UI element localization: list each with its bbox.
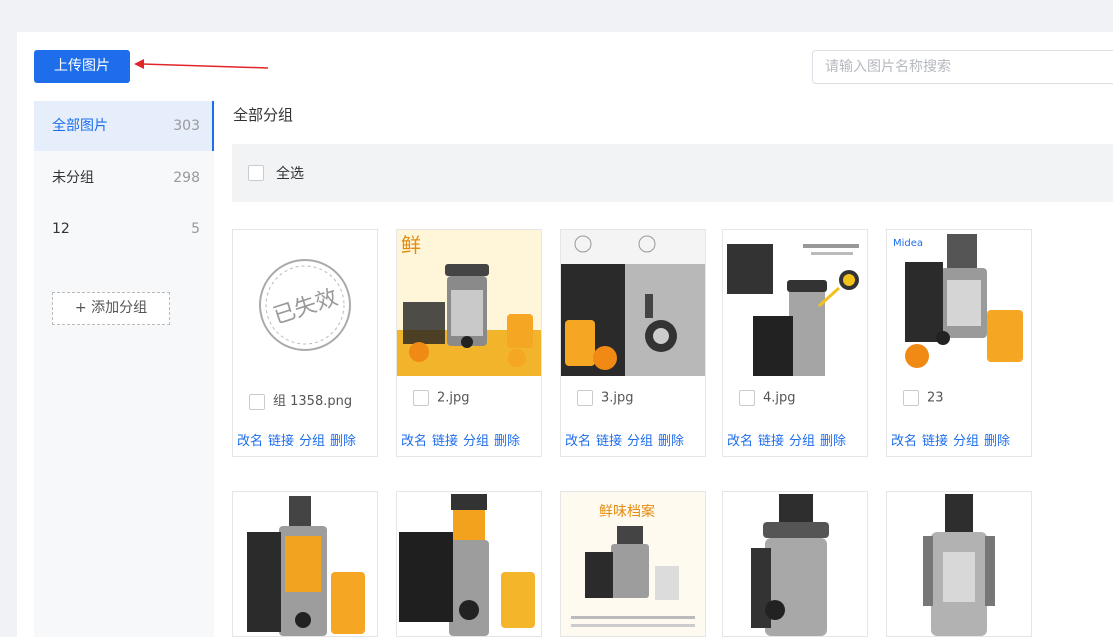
group-label: 未分组: [52, 170, 94, 186]
copy-link-link[interactable]: 链接: [268, 434, 294, 449]
image-thumbnail[interactable]: [397, 492, 541, 637]
group-item-all[interactable]: 全部图片 303: [34, 101, 214, 151]
copy-link-link[interactable]: 链接: [758, 434, 784, 449]
rename-link[interactable]: 改名: [891, 434, 917, 449]
move-group-link[interactable]: 分组: [627, 434, 653, 449]
delete-link[interactable]: 删除: [494, 434, 520, 449]
image-card[interactable]: 鲜味档案: [560, 491, 706, 637]
image-card[interactable]: 4.jpg 改名 链接 分组 删除: [722, 229, 868, 457]
move-group-link[interactable]: 分组: [789, 434, 815, 449]
group-label: 全部图片: [52, 118, 108, 134]
image-name-row: 3.jpg: [577, 390, 634, 406]
copy-link-link[interactable]: 链接: [596, 434, 622, 449]
copy-link-link[interactable]: 链接: [922, 434, 948, 449]
expired-stamp-text: 已失效: [271, 285, 342, 329]
image-actions: 改名 链接 分组 删除: [891, 430, 1015, 449]
image-thumbnail[interactable]: 鲜: [397, 230, 541, 376]
image-actions: 改名 链接 分组 删除: [727, 430, 851, 449]
image-card[interactable]: [722, 491, 868, 637]
breadcrumb: 全部分组: [233, 106, 294, 124]
image-thumbnail[interactable]: Midea: [887, 230, 1031, 376]
image-name: 组 1358.png: [273, 394, 353, 409]
image-thumbnail[interactable]: 鲜味档案: [561, 492, 705, 637]
image-checkbox[interactable]: [739, 390, 755, 406]
delete-link[interactable]: 删除: [984, 434, 1010, 449]
image-card[interactable]: [232, 491, 378, 637]
group-item-12[interactable]: 12 5: [34, 204, 214, 254]
rename-link[interactable]: 改名: [237, 434, 263, 449]
image-name: 3.jpg: [601, 390, 634, 406]
move-group-link[interactable]: 分组: [299, 434, 325, 449]
image-thumbnail[interactable]: [233, 492, 377, 637]
group-count: 303: [173, 118, 200, 134]
image-card[interactable]: 已失效 组 1358.png 改名 链接 分组 删除: [232, 229, 378, 457]
image-thumbnail[interactable]: 已失效: [233, 230, 377, 376]
image-thumbnail[interactable]: [723, 492, 867, 637]
move-group-link[interactable]: 分组: [953, 434, 979, 449]
image-card[interactable]: 3.jpg 改名 链接 分组 删除: [560, 229, 706, 457]
image-checkbox[interactable]: [413, 390, 429, 406]
group-count: 298: [173, 170, 200, 186]
add-group-button[interactable]: + 添加分组: [52, 292, 170, 325]
image-name-row: 4.jpg: [739, 390, 796, 406]
rename-link[interactable]: 改名: [727, 434, 753, 449]
rename-link[interactable]: 改名: [401, 434, 427, 449]
select-all-label: 全选: [276, 166, 304, 182]
select-all-checkbox[interactable]: [248, 165, 264, 181]
image-name: 4.jpg: [763, 390, 796, 406]
image-card[interactable]: Midea 23 改名 链接 分组 删除: [886, 229, 1032, 457]
group-label: 12: [52, 221, 70, 237]
image-name-row: 组 1358.png: [249, 390, 352, 410]
image-thumbnail[interactable]: [561, 230, 705, 376]
image-name: 2.jpg: [437, 390, 470, 406]
move-group-link[interactable]: 分组: [463, 434, 489, 449]
image-name: 23: [927, 390, 944, 406]
image-actions: 改名 链接 分组 删除: [237, 430, 361, 449]
promo-text: 鲜: [401, 233, 421, 257]
select-all-bar: 全选: [232, 144, 1113, 202]
image-checkbox[interactable]: [249, 393, 265, 410]
group-sidebar: 全部图片 303 未分组 298 12 5: [34, 101, 214, 637]
image-actions: 改名 链接 分组 删除: [401, 430, 525, 449]
image-name-row: 2.jpg: [413, 390, 470, 406]
brand-logo-text: Midea: [893, 238, 923, 249]
image-checkbox[interactable]: [577, 390, 593, 406]
image-card[interactable]: 鲜 2.jpg 改名 链接 分组 删除: [396, 229, 542, 457]
image-actions: 改名 链接 分组 删除: [565, 430, 689, 449]
upload-image-button[interactable]: 上传图片: [34, 50, 130, 83]
copy-link-link[interactable]: 链接: [432, 434, 458, 449]
image-thumbnail[interactable]: [723, 230, 867, 376]
image-card[interactable]: [396, 491, 542, 637]
delete-link[interactable]: 删除: [820, 434, 846, 449]
group-count: 5: [191, 221, 200, 237]
image-card[interactable]: [886, 491, 1032, 637]
promo-title-text: 鲜味档案: [599, 503, 655, 520]
search-input[interactable]: 请输入图片名称搜索: [812, 50, 1113, 84]
image-thumbnail[interactable]: [887, 492, 1031, 637]
rename-link[interactable]: 改名: [565, 434, 591, 449]
image-checkbox[interactable]: [903, 390, 919, 406]
image-name-row: 23: [903, 390, 944, 406]
group-item-ungrouped[interactable]: 未分组 298: [34, 153, 214, 203]
delete-link[interactable]: 删除: [658, 434, 684, 449]
delete-link[interactable]: 删除: [330, 434, 356, 449]
